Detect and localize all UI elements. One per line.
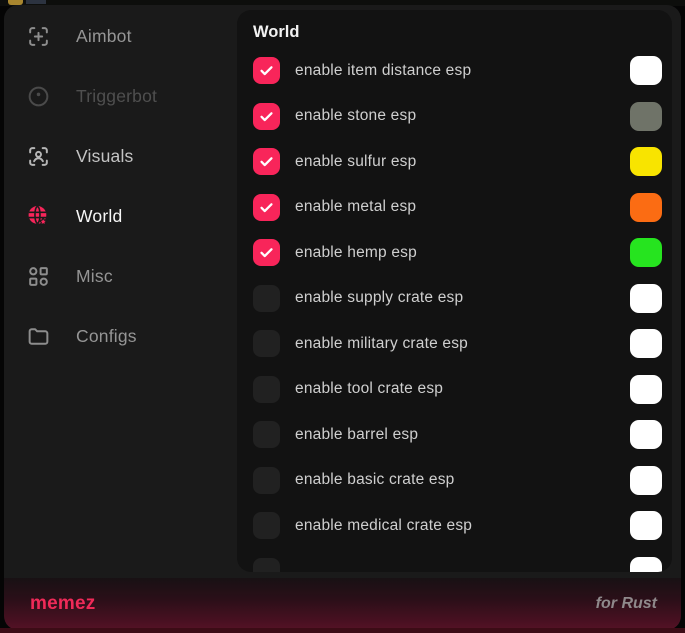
sidebar-item-label: Configs [76,326,137,347]
setting-row: enable hemp esp [253,230,662,276]
color-picker-swatch[interactable] [630,238,662,267]
setting-label: enable metal esp [295,198,630,216]
screen: AimbotTriggerbotVisualsWorldMiscConfigs … [0,0,685,633]
setting-label: enable medical crate esp [295,517,630,535]
panel-title: World [253,23,662,48]
checkbox[interactable] [253,148,280,175]
setting-row: enable supply crate esp [253,276,662,322]
footer-bar: memez for Rust [4,578,681,630]
checkbox[interactable] [253,421,280,448]
checkbox[interactable] [253,467,280,494]
checkbox[interactable] [253,194,280,221]
color-picker-swatch[interactable] [630,284,662,313]
sidebar-nav: Aimbot Triggerbot Visuals World Misc Configs [4,5,237,575]
checkbox[interactable] [253,103,280,130]
checkbox[interactable] [253,376,280,403]
checkbox[interactable] [253,330,280,357]
color-picker-swatch[interactable] [630,147,662,176]
checkmark-icon [258,199,275,216]
setting-row: enable item distance esp [253,48,662,94]
crosshair-scan-icon [25,23,51,49]
checkmark-icon [258,153,275,170]
circle-dot-icon [25,83,51,109]
sidebar-item-triggerbot[interactable]: Triggerbot [4,66,237,126]
setting-row: enable medical crate esp [253,503,662,549]
color-picker-swatch[interactable] [630,466,662,495]
checkmark-icon [258,108,275,125]
setting-label: enable tool crate esp [295,380,630,398]
background-artifact [26,0,46,4]
setting-row: enable sulfur esp [253,139,662,185]
setting-row: enable metal esp [253,185,662,231]
setting-row: enable stone esp [253,94,662,140]
brand-name: memez [30,593,95,615]
sidebar-item-label: Misc [76,266,113,287]
setting-label: enable military crate esp [295,335,630,353]
sidebar-item-label: Triggerbot [76,86,157,107]
checkmark-icon [258,244,275,261]
cheat-menu-window: AimbotTriggerbotVisualsWorldMiscConfigs … [4,5,681,630]
sidebar-item-world[interactable]: World [4,186,237,246]
sidebar-item-label: Aimbot [76,26,132,47]
checkbox[interactable] [253,239,280,266]
setting-label: enable supply crate esp [295,289,630,307]
setting-row: enable barrel esp [253,412,662,458]
sidebar-item-label: World [76,206,122,227]
setting-label: enable hemp esp [295,244,630,262]
setting-row: enable basic crate esp [253,458,662,504]
settings-list: enable item distance esp enable stone esp… [253,48,662,572]
color-picker-swatch[interactable] [630,56,662,85]
setting-label: enable item distance esp [295,62,630,80]
setting-row: enable tool crate esp [253,367,662,413]
game-background-bottom [0,628,685,633]
setting-label: enable sulfur esp [295,153,630,171]
settings-panel: World enable item distance esp enable sto… [237,10,672,572]
sidebar-item-visuals[interactable]: Visuals [4,126,237,186]
color-picker-swatch[interactable] [630,511,662,540]
sidebar-item-aimbot[interactable]: Aimbot [4,6,237,66]
checkbox[interactable] [253,512,280,539]
color-picker-swatch[interactable] [630,193,662,222]
setting-label: enable stone esp [295,107,630,125]
setting-label: enable basic crate esp [295,471,630,489]
shapes-grid-icon [25,263,51,289]
setting-label: enable barrel esp [295,426,630,444]
user-scan-icon [25,143,51,169]
sidebar-item-misc[interactable]: Misc [4,246,237,306]
setting-row: enable military crate esp [253,321,662,367]
setting-row [253,549,662,573]
checkbox[interactable] [253,57,280,84]
color-picker-swatch[interactable] [630,375,662,404]
checkbox[interactable] [253,285,280,312]
sidebar-item-configs[interactable]: Configs [4,306,237,366]
color-picker-swatch[interactable] [630,420,662,449]
globe-star-icon [25,203,51,229]
checkbox[interactable] [253,558,280,572]
checkmark-icon [258,62,275,79]
sidebar-item-label: Visuals [76,146,134,167]
color-picker-swatch[interactable] [630,329,662,358]
color-picker-swatch[interactable] [630,557,662,572]
folder-icon [25,323,51,349]
color-picker-swatch[interactable] [630,102,662,131]
brand-tagline: for Rust [596,595,657,613]
